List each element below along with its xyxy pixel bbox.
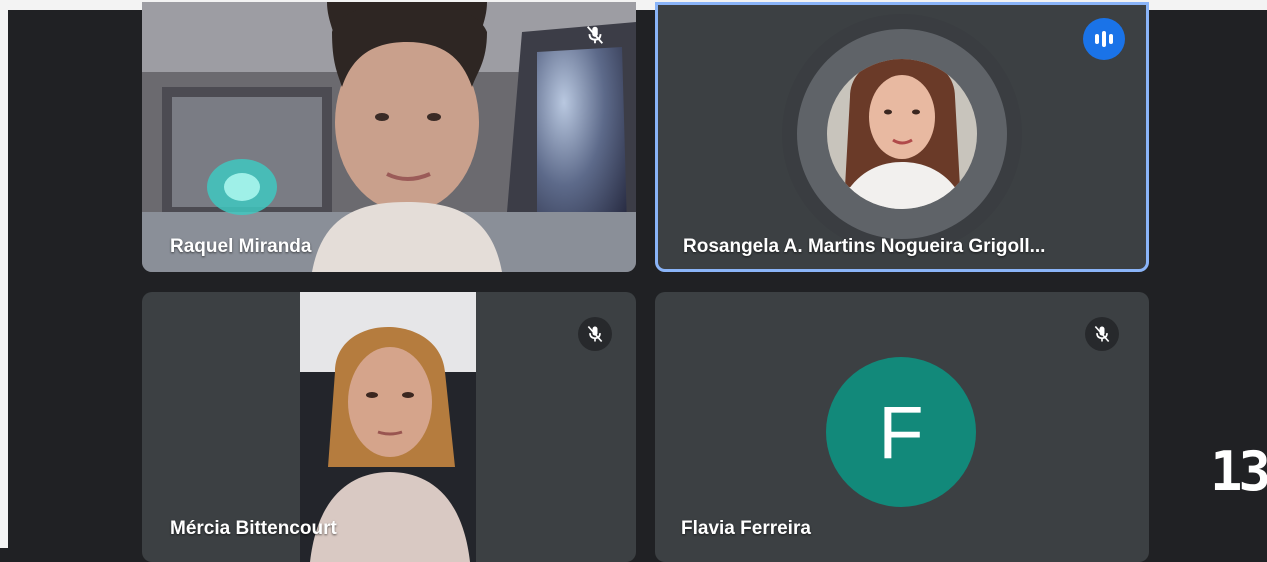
participant-video [142, 2, 636, 272]
participant-tile-mercia[interactable]: Mércia Bittencourt [142, 292, 636, 562]
participant-name: Flavia Ferreira [681, 518, 811, 539]
participant-tile-rosangela[interactable]: Rosangela A. Martins Nogueira Grigoll... [655, 2, 1149, 272]
screen-border-left [0, 0, 8, 548]
avatar [782, 14, 1022, 254]
participant-tile-flavia[interactable]: F Flavia Ferreira [655, 292, 1149, 562]
mic-muted-icon [578, 317, 612, 351]
avatar: F [826, 357, 976, 507]
mic-muted-icon [578, 18, 612, 52]
participant-tile-raquel[interactable]: Raquel Miranda [142, 2, 636, 272]
participant-name: Mércia Bittencourt [170, 518, 337, 539]
overlay-number: 13 [1209, 440, 1267, 503]
participant-name: Rosangela A. Martins Nogueira Grigoll... [683, 236, 1046, 257]
speaking-indicator-icon [1083, 18, 1125, 60]
participant-name: Raquel Miranda [170, 236, 312, 257]
mic-muted-icon [1085, 317, 1119, 351]
